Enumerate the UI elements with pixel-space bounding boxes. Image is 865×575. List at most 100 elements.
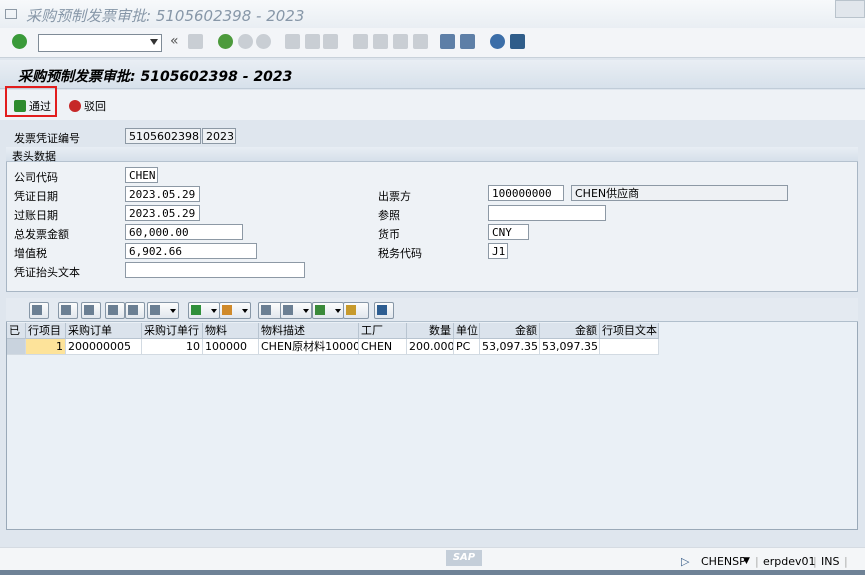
window-title-bar: 采购预制发票审批: 5105602398 - 2023 xyxy=(0,0,865,28)
grid-cell[interactable]: 53,097.35 xyxy=(540,339,600,355)
status-expand-icon[interactable]: ▷ xyxy=(681,555,689,568)
window-controls[interactable] xyxy=(835,0,865,18)
column-header[interactable]: 工厂 xyxy=(359,323,407,339)
filter-icon[interactable] xyxy=(147,302,179,319)
grid-cell[interactable]: 10 xyxy=(142,339,203,355)
column-header[interactable]: 采购订单 xyxy=(66,323,142,339)
posting-date-field[interactable]: 2023.05.29 xyxy=(125,205,200,221)
status-mode[interactable]: INS xyxy=(821,555,839,568)
find-next-icon[interactable] xyxy=(125,302,145,319)
approve-highlight-box xyxy=(5,86,57,117)
system-toolbar: « xyxy=(0,28,865,58)
header-text-label: 凭证抬头文本 xyxy=(14,266,80,279)
exit-icon[interactable] xyxy=(238,34,253,49)
back-icon[interactable] xyxy=(218,34,233,49)
reference-field[interactable] xyxy=(488,205,606,221)
chevron-down-icon[interactable] xyxy=(150,39,158,45)
grid-cell[interactable]: 53,097.35 xyxy=(480,339,540,355)
invoice-doc-number-label: 发票凭证编号 xyxy=(14,132,80,145)
posting-date-label: 过账日期 xyxy=(14,209,58,222)
bottom-edge xyxy=(0,570,865,575)
window-title: 采购预制发票审批: 5105602398 - 2023 xyxy=(26,7,305,25)
column-header[interactable]: 金额 xyxy=(480,323,540,339)
status-divider: | xyxy=(813,555,817,568)
doc-date-label: 凭证日期 xyxy=(14,190,58,203)
screen-title-bar: 采购预制发票审批: 5105602398 - 2023 xyxy=(0,60,865,89)
status-divider: | xyxy=(844,555,848,568)
status-system: erpdev01 xyxy=(763,555,816,568)
gross-amount-field[interactable]: 60,000.00 xyxy=(125,224,243,240)
first-page-icon[interactable] xyxy=(353,34,368,49)
export-icon[interactable] xyxy=(312,302,344,319)
column-header[interactable]: 采购订单行 xyxy=(142,323,203,339)
cancel-icon[interactable] xyxy=(256,34,271,49)
column-header[interactable]: 数量 xyxy=(407,323,454,339)
row-selector[interactable] xyxy=(7,339,26,355)
layout-icon[interactable] xyxy=(343,302,369,319)
information-icon[interactable] xyxy=(374,302,394,319)
enter-check-icon[interactable] xyxy=(12,34,27,49)
column-header[interactable]: 物料 xyxy=(203,323,259,339)
currency-field[interactable]: CNY xyxy=(488,224,529,240)
column-header[interactable]: 行项目文本 xyxy=(600,323,659,339)
grid-cell[interactable]: CHEN原材料100000 xyxy=(259,339,359,355)
doc-date-field[interactable]: 2023.05.29 xyxy=(125,186,200,202)
sum-icon[interactable] xyxy=(188,302,220,319)
sap-logo: SAP xyxy=(446,550,482,566)
grid-cell[interactable] xyxy=(600,339,659,355)
status-divider: | xyxy=(755,555,759,568)
find-icon[interactable] xyxy=(305,34,320,49)
page-title: 采购预制发票审批: 5105602398 - 2023 xyxy=(18,69,293,85)
reject-icon xyxy=(69,100,81,112)
previous-page-icon[interactable] xyxy=(373,34,388,49)
grid-cell[interactable]: 100000 xyxy=(203,339,259,355)
layout-menu-icon[interactable] xyxy=(510,34,525,49)
grid-cell[interactable]: 200.000 xyxy=(407,339,454,355)
grid-cell[interactable]: PC xyxy=(454,339,480,355)
reject-label: 驳回 xyxy=(84,100,106,113)
shortcut-icon[interactable] xyxy=(460,34,475,49)
create-session-icon[interactable] xyxy=(440,34,455,49)
company-code-label: 公司代码 xyxy=(14,171,58,184)
column-header[interactable]: 行项目 xyxy=(26,323,66,339)
currency-label: 货币 xyxy=(378,228,400,241)
vat-field[interactable]: 6,902.66 xyxy=(125,243,257,259)
reject-button[interactable]: 驳回 xyxy=(69,97,106,115)
status-client-user[interactable]: CHENSP xyxy=(701,555,746,568)
row-selector-header[interactable]: 已 xyxy=(7,323,26,339)
find-next-icon[interactable] xyxy=(323,34,338,49)
sort-descending-icon[interactable] xyxy=(81,302,101,319)
vat-label: 增值税 xyxy=(14,247,47,260)
gross-amount-label: 总发票金额 xyxy=(14,228,69,241)
column-header[interactable]: 物料描述 xyxy=(259,323,359,339)
invoicing-party-id-field[interactable]: 100000000 xyxy=(488,185,564,201)
collapse-command-icon[interactable]: « xyxy=(170,33,179,49)
column-header[interactable]: 金额 xyxy=(540,323,600,339)
fiscal-year-field: 2023 xyxy=(202,128,236,144)
views-icon[interactable] xyxy=(280,302,312,319)
print-icon[interactable] xyxy=(285,34,300,49)
chevron-down-icon[interactable]: ▼ xyxy=(743,556,750,566)
tax-code-field[interactable]: J1 xyxy=(488,243,508,259)
grid-cell[interactable]: 1 xyxy=(26,339,66,355)
command-field[interactable] xyxy=(38,34,162,52)
invoice-doc-number-field: 5105602398 xyxy=(125,128,201,144)
save-icon[interactable] xyxy=(188,34,203,49)
sort-ascending-icon[interactable] xyxy=(58,302,78,319)
last-page-icon[interactable] xyxy=(413,34,428,49)
find-icon[interactable] xyxy=(105,302,125,319)
column-header[interactable]: 单位 xyxy=(454,323,480,339)
header-text-field[interactable] xyxy=(125,262,305,278)
window-menu-icon[interactable] xyxy=(5,9,17,19)
grid-cell[interactable]: 200000005 xyxy=(66,339,142,355)
help-icon[interactable] xyxy=(490,34,505,49)
invoicing-party-name-field: CHEN供应商 xyxy=(571,185,788,201)
group-title-text: 表头数据 xyxy=(12,150,56,163)
grid-cell[interactable]: CHEN xyxy=(359,339,407,355)
subtotal-icon[interactable] xyxy=(219,302,251,319)
details-icon[interactable] xyxy=(29,302,49,319)
next-page-icon[interactable] xyxy=(393,34,408,49)
tax-code-label: 税务代码 xyxy=(378,247,422,260)
header-data-group-title: 表头数据 xyxy=(6,147,858,163)
company-code-field[interactable]: CHEN xyxy=(125,167,158,183)
